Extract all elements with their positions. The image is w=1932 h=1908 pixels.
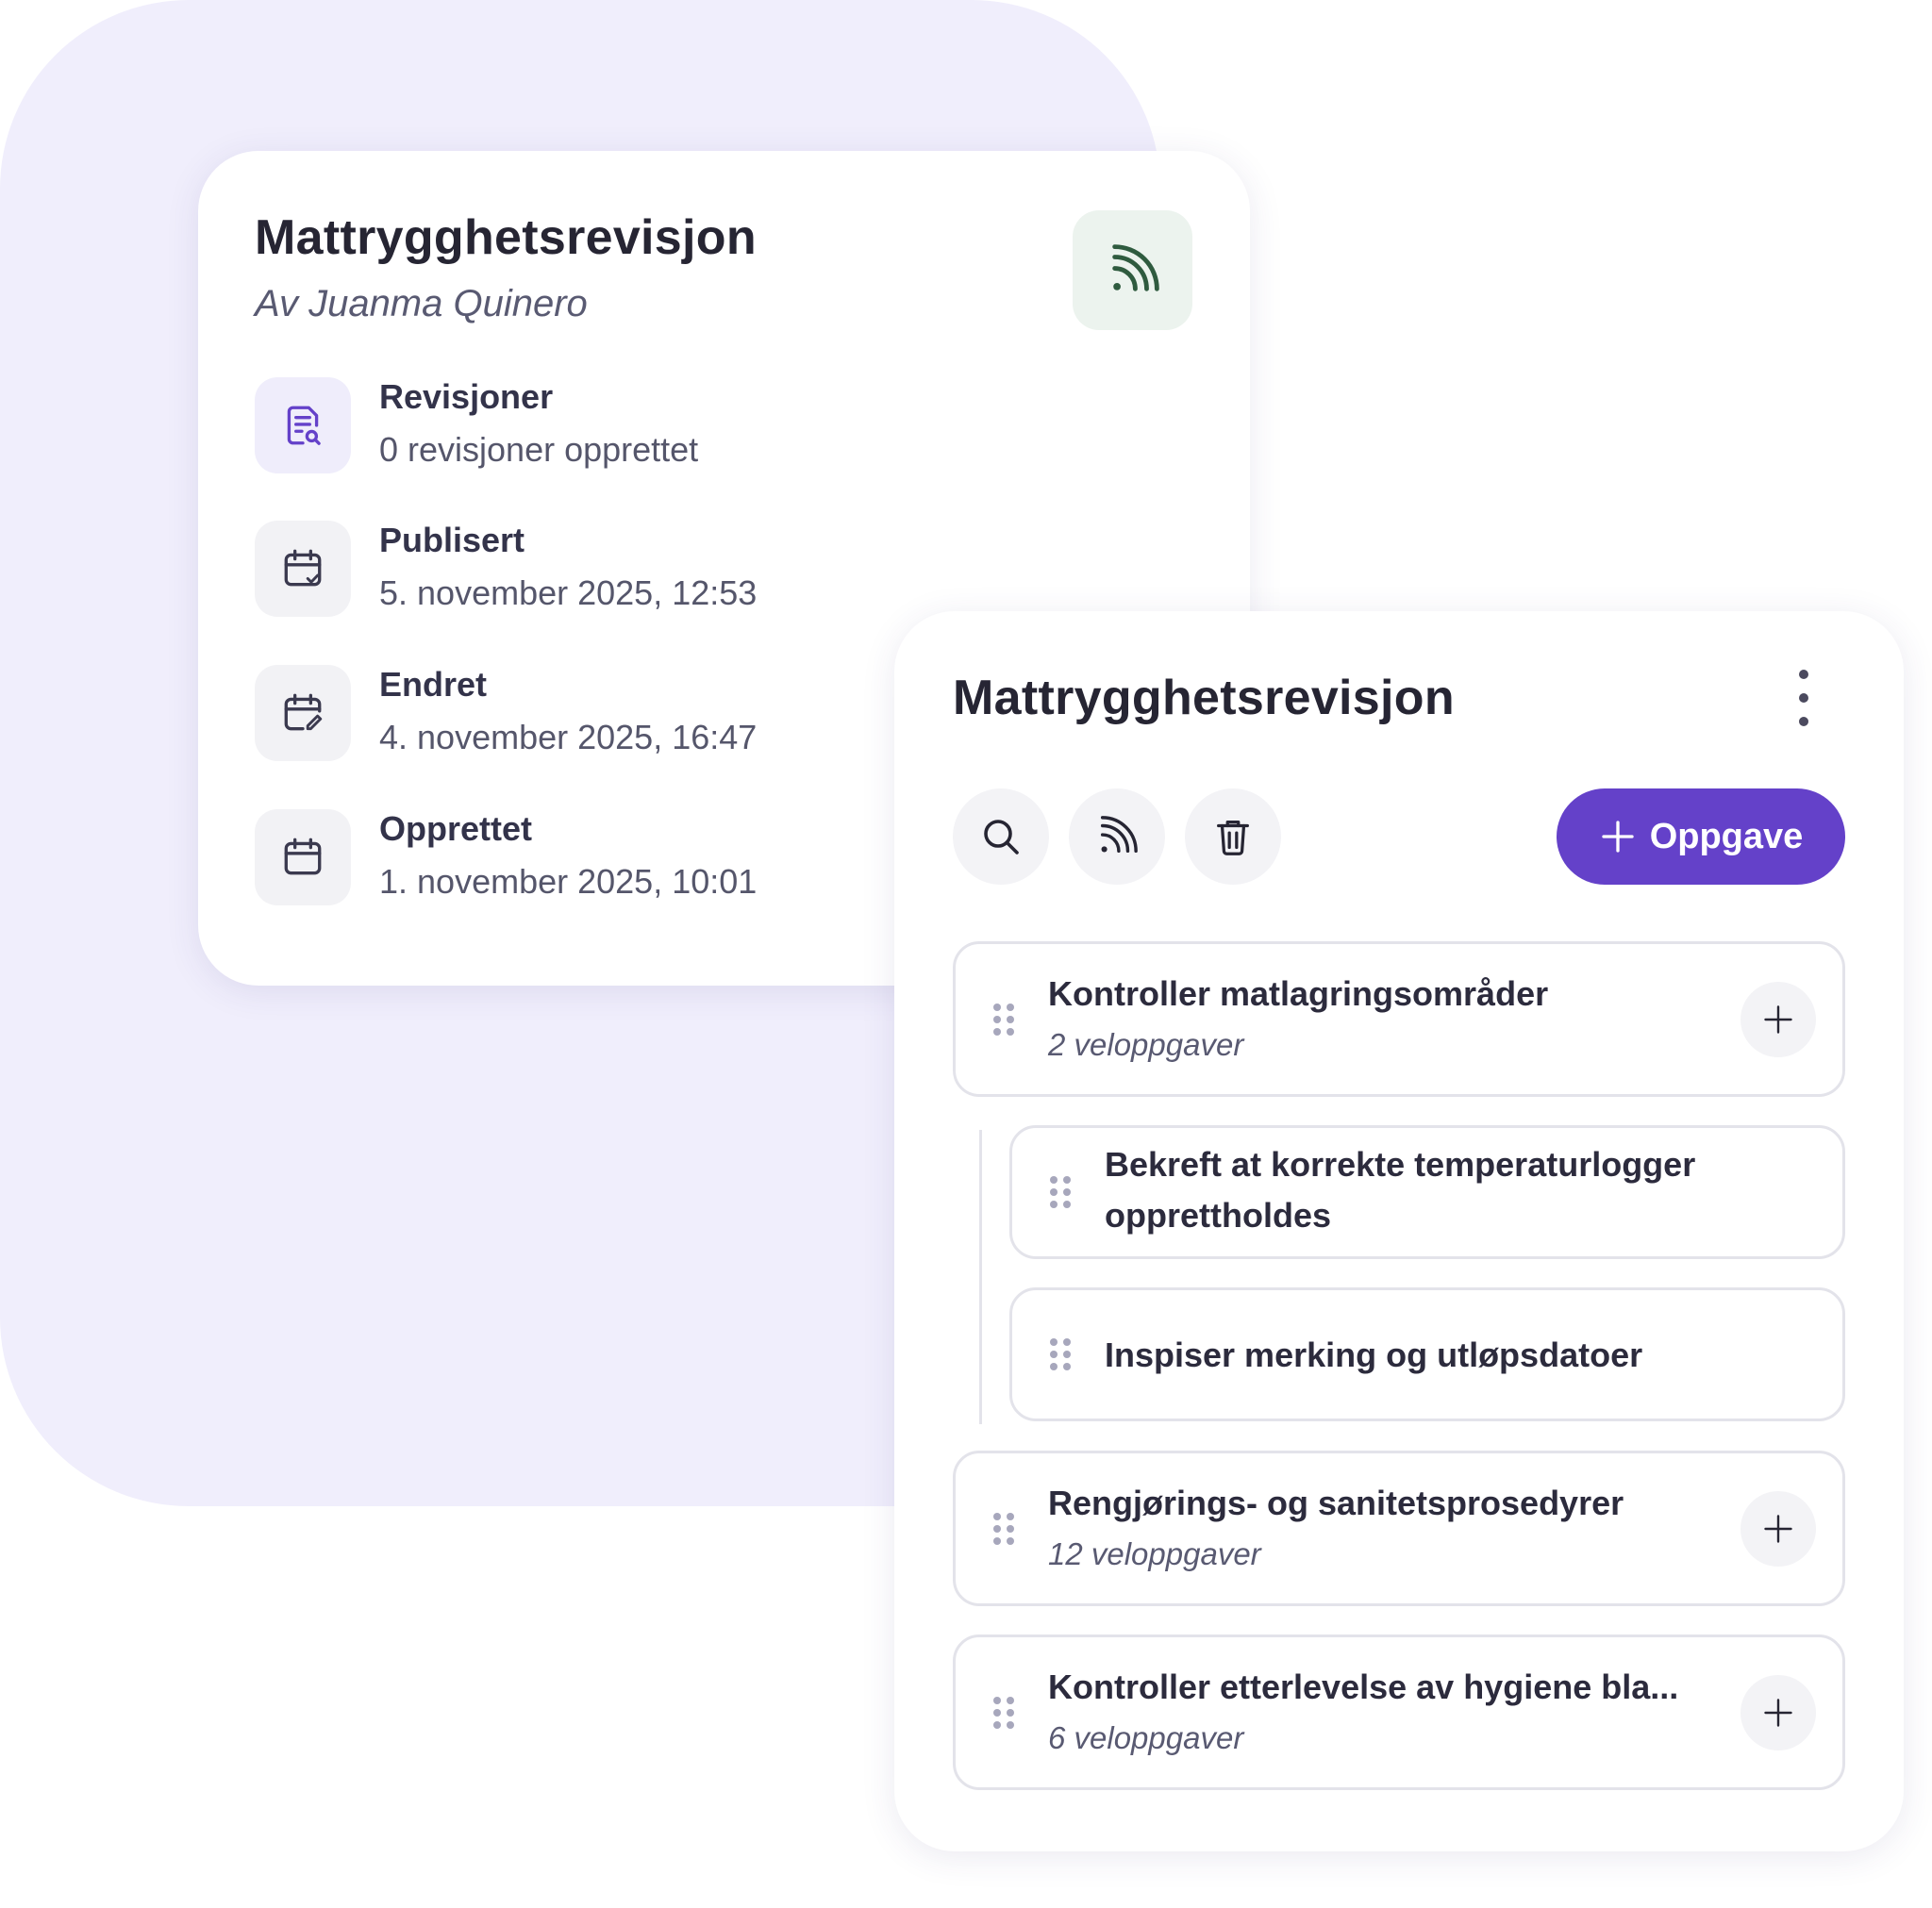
task-title: Kontroller etterlevelse av hygiene bla..… bbox=[1048, 1667, 1679, 1706]
meta-value: 5. november 2025, 12:53 bbox=[379, 573, 758, 612]
calendar-icon bbox=[255, 809, 351, 905]
meta-row-revisions: Revisjoner 0 revisjoner opprettet bbox=[255, 377, 915, 475]
meta-value: 4. november 2025, 16:47 bbox=[379, 718, 758, 756]
trash-icon bbox=[1217, 821, 1249, 855]
task-item[interactable]: Kontroller matlagringsområder 2 veloppga… bbox=[953, 941, 1845, 1097]
calendar-edit-icon bbox=[255, 665, 351, 761]
more-dot bbox=[1799, 693, 1808, 703]
plus-icon bbox=[1764, 1698, 1792, 1727]
subtask-title-line: Bekreft at korrekte temperaturlogger bbox=[1105, 1145, 1696, 1184]
subtask-item[interactable]: Inspiser merking og utløpsdatoer bbox=[1009, 1287, 1845, 1421]
author-line: Av Juanma Quinero bbox=[255, 283, 588, 324]
search-button[interactable] bbox=[953, 788, 1049, 885]
task-item[interactable]: Kontroller etterlevelse av hygiene bla..… bbox=[953, 1634, 1845, 1790]
search-icon bbox=[984, 820, 1019, 854]
feed-badge[interactable] bbox=[1073, 210, 1192, 330]
subtask-connector bbox=[979, 1130, 982, 1424]
task-subtask-count: 6 veloppgaver bbox=[1048, 1720, 1244, 1755]
add-task-button[interactable]: Oppgave bbox=[1557, 788, 1845, 885]
task-list-title: Mattrygghetsrevisjon bbox=[953, 671, 1455, 725]
meta-label: Revisjoner bbox=[379, 377, 554, 416]
plus-icon bbox=[1602, 821, 1634, 853]
task-subtask-count: 2 veloppgaver bbox=[1048, 1027, 1244, 1062]
meta-label: Opprettet bbox=[379, 809, 532, 848]
document-search-icon bbox=[255, 377, 351, 473]
rss-feed-icon bbox=[1100, 816, 1138, 854]
drag-handle-icon[interactable] bbox=[1050, 1176, 1071, 1208]
subtask-item[interactable]: Bekreft at korrekte temperaturlogger opp… bbox=[1009, 1125, 1845, 1259]
more-vertical-icon bbox=[1799, 670, 1808, 679]
drag-handle-icon[interactable] bbox=[1050, 1338, 1071, 1370]
add-task-label: Oppgave bbox=[1649, 816, 1804, 856]
info-card-title: Mattrygghetsrevisjon bbox=[255, 210, 757, 265]
more-options-button[interactable] bbox=[1787, 670, 1821, 726]
plus-icon bbox=[1764, 1514, 1792, 1543]
meta-row-modified: Endret 4. november 2025, 16:47 bbox=[255, 665, 915, 763]
meta-label: Endret bbox=[379, 665, 488, 704]
add-subtask-button[interactable] bbox=[1740, 1490, 1816, 1567]
drag-handle-icon[interactable] bbox=[993, 1512, 1014, 1545]
drag-handle-icon[interactable] bbox=[993, 1003, 1014, 1036]
task-item[interactable]: Rengjørings- og sanitetsprosedyrer 12 ve… bbox=[953, 1451, 1845, 1606]
more-dot bbox=[1799, 717, 1808, 726]
add-subtask-button[interactable] bbox=[1740, 1674, 1816, 1750]
subtask-title-line: opprettholdes bbox=[1105, 1196, 1331, 1235]
feed-button[interactable] bbox=[1069, 788, 1165, 885]
meta-row-published: Publisert 5. november 2025, 12:53 bbox=[255, 521, 915, 619]
add-subtask-button[interactable] bbox=[1740, 981, 1816, 1057]
subtask-title: Inspiser merking og utløpsdatoer bbox=[1105, 1336, 1643, 1374]
calendar-check-icon bbox=[255, 521, 351, 617]
meta-row-created: Opprettet 1. november 2025, 10:01 bbox=[255, 809, 915, 907]
plus-icon bbox=[1764, 1004, 1792, 1034]
task-list-card: Mattrygghetsrevisjon Oppgave Kontroller … bbox=[894, 611, 1904, 1851]
task-title: Kontroller matlagringsområder bbox=[1048, 974, 1549, 1013]
meta-value: 1. november 2025, 10:01 bbox=[379, 862, 758, 901]
delete-button[interactable] bbox=[1185, 788, 1281, 885]
task-subtask-count: 12 veloppgaver bbox=[1048, 1536, 1261, 1571]
rss-feed-icon bbox=[1111, 243, 1159, 291]
drag-handle-icon[interactable] bbox=[993, 1696, 1014, 1729]
meta-label: Publisert bbox=[379, 521, 525, 559]
meta-value: 0 revisjoner opprettet bbox=[379, 430, 699, 469]
task-title: Rengjørings- og sanitetsprosedyrer bbox=[1048, 1484, 1624, 1522]
